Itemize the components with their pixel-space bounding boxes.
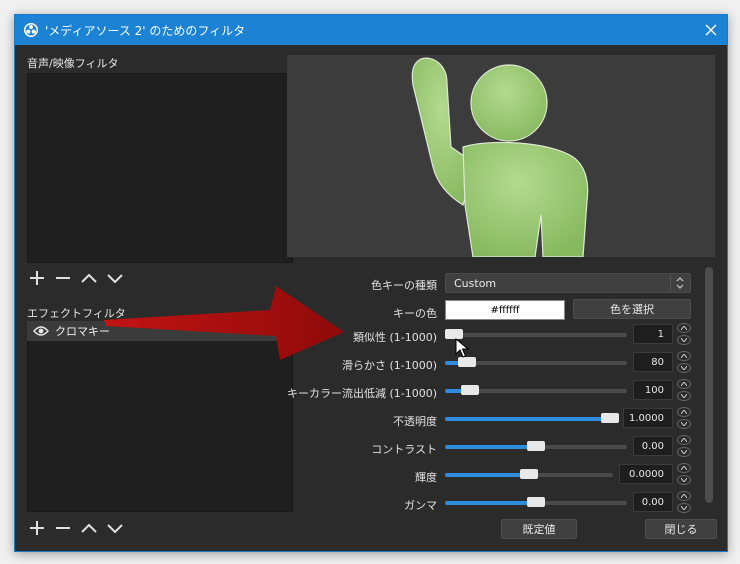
effect-filters-toolbar — [27, 519, 125, 537]
contrast-slider-fill — [445, 445, 536, 449]
av-remove-button[interactable] — [53, 269, 73, 287]
close-button[interactable]: 閉じる — [645, 519, 717, 539]
window-close-button[interactable] — [695, 15, 727, 45]
smoothness-input[interactable]: 80 — [633, 352, 673, 372]
smoothness-slider-handle[interactable] — [458, 357, 476, 367]
chevron-up-icon[interactable] — [677, 491, 691, 501]
opacity-label: 不透明度 — [393, 415, 437, 428]
chevron-up-icon — [81, 523, 97, 533]
opacity-spinner[interactable] — [677, 407, 691, 429]
chevron-up-icon[interactable] — [677, 379, 691, 389]
brightness-slider-handle[interactable] — [520, 469, 538, 479]
chevron-down-icon[interactable] — [677, 335, 691, 345]
chevron-down-icon[interactable] — [677, 447, 691, 457]
minus-icon — [56, 527, 70, 529]
key-color-label: キーの色 — [393, 307, 437, 320]
chevron-down-icon[interactable] — [677, 503, 691, 513]
similarity-slider[interactable] — [445, 327, 627, 343]
spill-reduction-label: キーカラー流出低減 (1-1000) — [286, 387, 437, 400]
opacity-slider-fill — [445, 417, 617, 421]
plus-icon — [30, 271, 44, 285]
gamma-slider-fill — [445, 501, 536, 505]
chevron-up-icon[interactable] — [677, 435, 691, 445]
similarity-label: 類似性 (1-1000) — [352, 331, 437, 344]
spill-reduction-spinner[interactable] — [677, 379, 691, 401]
similarity-spinner[interactable] — [677, 323, 691, 345]
updown-arrows-icon — [670, 275, 688, 291]
spill-reduction-input[interactable]: 100 — [633, 380, 673, 400]
effect-add-button[interactable] — [27, 519, 47, 537]
window-title: 'メディアソース 2' のためのフィルタ — [45, 23, 246, 38]
chevron-down-icon[interactable] — [677, 475, 691, 485]
av-filters-list[interactable] — [27, 73, 293, 263]
properties-scrollbar[interactable] — [705, 267, 713, 503]
key-color-value: #ffffff — [490, 304, 520, 316]
spill-reduction-slider[interactable] — [445, 383, 627, 399]
spill-reduction-slider-handle[interactable] — [461, 385, 479, 395]
scrollbar-thumb[interactable] — [705, 267, 713, 503]
brightness-slider-fill — [445, 473, 529, 477]
select-color-button[interactable]: 色を選択 — [573, 299, 691, 319]
gamma-slider[interactable] — [445, 495, 627, 511]
chevron-up-icon[interactable] — [677, 351, 691, 361]
opacity-input[interactable]: 1.0000 — [623, 408, 673, 428]
key-type-label: 色キーの種類 — [371, 279, 437, 292]
eye-icon[interactable] — [33, 325, 49, 337]
brightness-input[interactable]: 0.0000 — [619, 464, 673, 484]
chevron-up-icon — [81, 273, 97, 283]
red-arrow-annotation — [104, 286, 344, 360]
gamma-spinner[interactable] — [677, 491, 691, 513]
key-type-value: Custom — [454, 276, 497, 290]
smoothness-label: 滑らかさ (1-1000) — [341, 359, 437, 372]
contrast-input[interactable]: 0.00 — [633, 436, 673, 456]
av-move-up-button[interactable] — [79, 269, 99, 287]
obs-logo-icon — [24, 23, 38, 37]
contrast-slider-handle[interactable] — [527, 441, 545, 451]
chevron-down-icon — [107, 524, 123, 534]
defaults-button[interactable]: 既定値 — [501, 519, 577, 539]
contrast-spinner[interactable] — [677, 435, 691, 457]
brightness-label: 輝度 — [415, 471, 437, 484]
chevron-up-icon[interactable] — [677, 323, 691, 333]
key-type-select[interactable]: Custom — [445, 273, 691, 293]
minus-icon — [56, 277, 70, 279]
brightness-spinner[interactable] — [677, 463, 691, 485]
contrast-label: コントラスト — [371, 443, 437, 456]
contrast-slider[interactable] — [445, 439, 627, 455]
gamma-slider-handle[interactable] — [527, 497, 545, 507]
opacity-slider[interactable] — [445, 411, 619, 427]
plus-icon — [30, 521, 44, 535]
effect-move-down-button[interactable] — [105, 519, 125, 537]
person-figure-image — [411, 57, 589, 257]
chevron-up-icon[interactable] — [677, 407, 691, 417]
gamma-input[interactable]: 0.00 — [633, 492, 673, 512]
brightness-slider[interactable] — [445, 467, 613, 483]
similarity-input[interactable]: 1 — [633, 324, 673, 344]
chevron-down-icon[interactable] — [677, 363, 691, 373]
effect-remove-button[interactable] — [53, 519, 73, 537]
gamma-label: ガンマ — [404, 499, 437, 512]
close-icon — [705, 24, 717, 36]
chevron-down-icon[interactable] — [677, 419, 691, 429]
preview-area — [287, 55, 715, 257]
av-filters-label: 音声/映像フィルタ — [27, 57, 119, 70]
effect-move-up-button[interactable] — [79, 519, 99, 537]
key-color-swatch: #ffffff — [445, 300, 565, 320]
mouse-cursor-icon — [455, 338, 469, 358]
chevron-down-icon[interactable] — [677, 391, 691, 401]
smoothness-spinner[interactable] — [677, 351, 691, 373]
av-add-button[interactable] — [27, 269, 47, 287]
smoothness-slider[interactable] — [445, 355, 627, 371]
opacity-slider-handle[interactable] — [601, 413, 619, 423]
title-bar[interactable]: 'メディアソース 2' のためのフィルタ — [15, 15, 727, 45]
chevron-up-icon[interactable] — [677, 463, 691, 473]
